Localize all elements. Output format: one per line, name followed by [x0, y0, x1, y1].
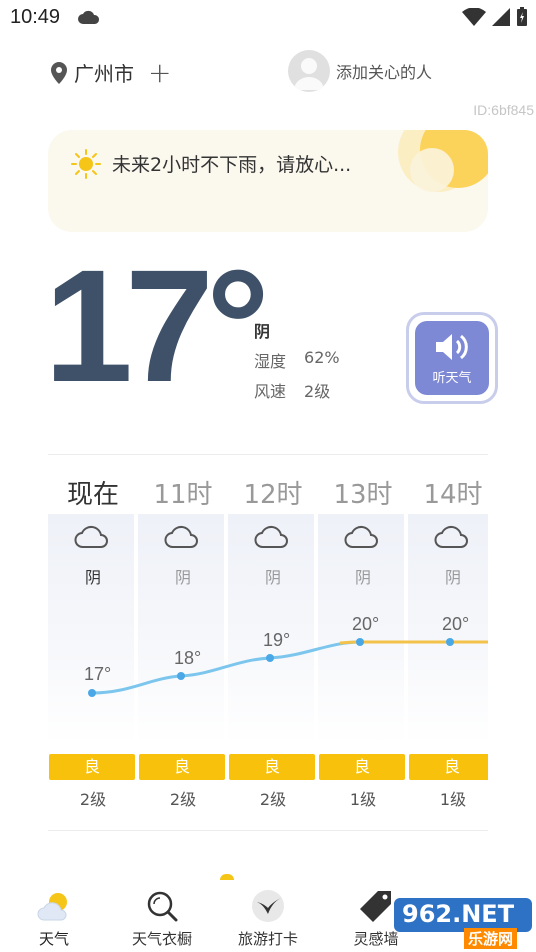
aqi-badge: 良: [49, 754, 135, 780]
add-care-person-button[interactable]: 添加关心的人: [288, 50, 432, 92]
divider-top: [48, 454, 488, 455]
hour-condition: 阴: [174, 568, 191, 587]
cloud-icon: [344, 525, 378, 548]
avatar: [288, 50, 330, 92]
aqi-level: 2级: [79, 790, 107, 809]
device-id: ID:6bf845: [473, 102, 534, 118]
wind-label: 风速: [254, 382, 287, 401]
battery-icon: [517, 7, 527, 26]
speaker-icon: [436, 333, 468, 360]
hour-temp: 20°: [352, 614, 380, 634]
wifi-icon: [462, 8, 486, 26]
hour-temp: 18°: [174, 648, 202, 668]
add-city-button[interactable]: +: [148, 58, 171, 86]
wind-value: 2级: [304, 382, 331, 401]
cloud-icon: [254, 525, 288, 548]
hour-condition: 阴: [264, 568, 281, 587]
temp-point: [177, 672, 185, 680]
temp-point: [266, 654, 274, 662]
hour-time: 13时: [333, 480, 393, 510]
temp-point: [88, 689, 96, 697]
hour-time: 14时: [423, 480, 483, 510]
tab-label: 旅游打卡: [237, 930, 298, 948]
aqi-level: 2级: [169, 790, 197, 809]
sun-icon: [71, 149, 101, 179]
hour-time: 12时: [243, 480, 303, 510]
listen-weather-button[interactable]: 听天气: [406, 312, 498, 404]
listen-label: 听天气: [432, 370, 472, 386]
rain-forecast-text: 未来2小时不下雨，请放心...: [112, 154, 352, 176]
hour-temp: 17°: [84, 664, 112, 684]
cloud-icon: [434, 525, 468, 548]
humidity-label: 湿度: [254, 352, 287, 371]
current-condition: 阴: [254, 322, 271, 341]
wardrobe-search-icon: [147, 891, 178, 922]
hour-time: 11时: [153, 480, 213, 510]
care-label: 添加关心的人: [336, 63, 433, 82]
listen-weather-inner: 听天气: [415, 321, 489, 395]
location-pin-icon: [51, 61, 67, 84]
person-icon: [294, 58, 324, 90]
tag-icon: [360, 891, 391, 922]
aqi-badge: 良: [139, 754, 225, 780]
aqi-badge: 良: [409, 754, 488, 780]
rain-forecast-card[interactable]: 未来2小时不下雨，请放心...: [48, 130, 488, 232]
wind-row: 风速 2级: [254, 378, 330, 402]
status-time: 10:49: [10, 6, 61, 28]
hour-condition: 阴: [84, 568, 101, 587]
temp-point: [446, 638, 454, 646]
hour-condition: 阴: [444, 568, 461, 587]
signal-icon: [492, 8, 510, 26]
humidity-row: 湿度 62%: [254, 348, 340, 372]
status-bar: 10:49: [0, 0, 536, 36]
hour-condition: 阴: [354, 568, 371, 587]
travel-bird-icon: [252, 890, 284, 922]
watermark-sub: 乐游网: [464, 928, 518, 949]
tab-weather[interactable]: 天气: [4, 884, 104, 952]
divider-bottom: [48, 830, 488, 831]
location-selector[interactable]: 广州市 +: [50, 58, 171, 87]
hour-temp: 20°: [442, 614, 470, 634]
aqi-level: 1级: [349, 790, 377, 809]
aqi-badge: 良: [229, 754, 315, 780]
page-indicator-dot: [220, 874, 234, 880]
current-temperature: 17°: [44, 236, 270, 415]
watermark-main: 962.NET: [402, 900, 515, 928]
aqi-level: 1级: [439, 790, 467, 809]
tab-wardrobe[interactable]: 天气衣橱: [112, 884, 212, 952]
aqi-level: 2级: [259, 790, 287, 809]
site-watermark: 962.NET 乐游网: [394, 896, 532, 949]
hour-temp: 19°: [263, 630, 291, 650]
tab-label: 天气: [38, 930, 69, 948]
tab-label: 天气衣橱: [131, 930, 192, 948]
temp-point: [356, 638, 364, 646]
city-name[interactable]: 广州市: [74, 58, 134, 87]
sun-decoration-icon: [398, 130, 488, 192]
cloud-icon: [74, 525, 108, 548]
humidity-value: 62%: [304, 348, 340, 367]
aqi-badge: 良: [319, 754, 405, 780]
status-icons: [462, 7, 528, 27]
weather-icon: [37, 893, 67, 921]
cloud-status-icon: [78, 10, 100, 24]
tab-travel[interactable]: 旅游打卡: [218, 884, 318, 952]
cloud-icon: [164, 525, 198, 548]
hour-time: 现在: [66, 480, 119, 510]
